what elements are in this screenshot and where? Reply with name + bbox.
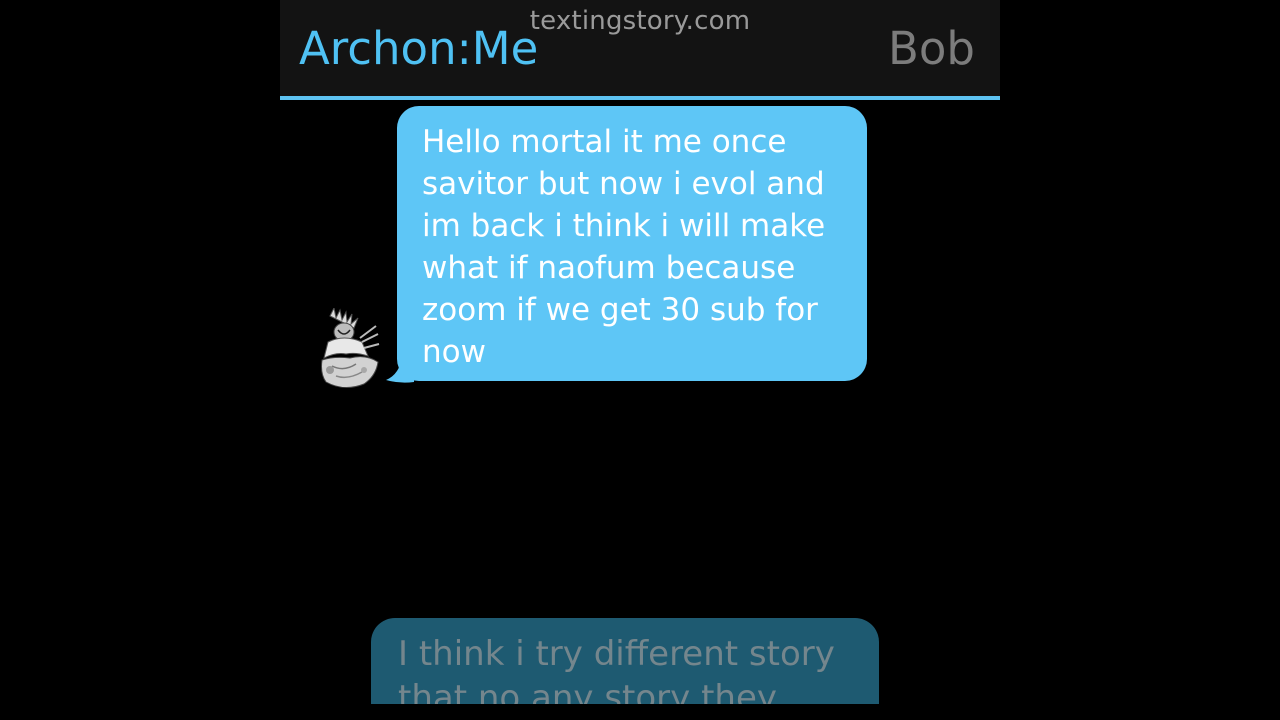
contact-name[interactable]: Archon:Me [299, 22, 538, 75]
message-row: Hello mortal it me once savitor but now … [280, 106, 1000, 396]
chat-header: textingstory.com Archon:Me Bob [280, 0, 1000, 100]
bottom-edge [280, 704, 1000, 720]
message-text: Hello mortal it me once savitor but now … [422, 124, 826, 370]
right-name[interactable]: Bob [888, 22, 975, 75]
chat-screen: textingstory.com Archon:Me Bob Hello mor… [280, 0, 1000, 720]
message-bubble[interactable]: Hello mortal it me once savitor but now … [397, 106, 867, 381]
warrior-avatar-icon [316, 306, 382, 390]
